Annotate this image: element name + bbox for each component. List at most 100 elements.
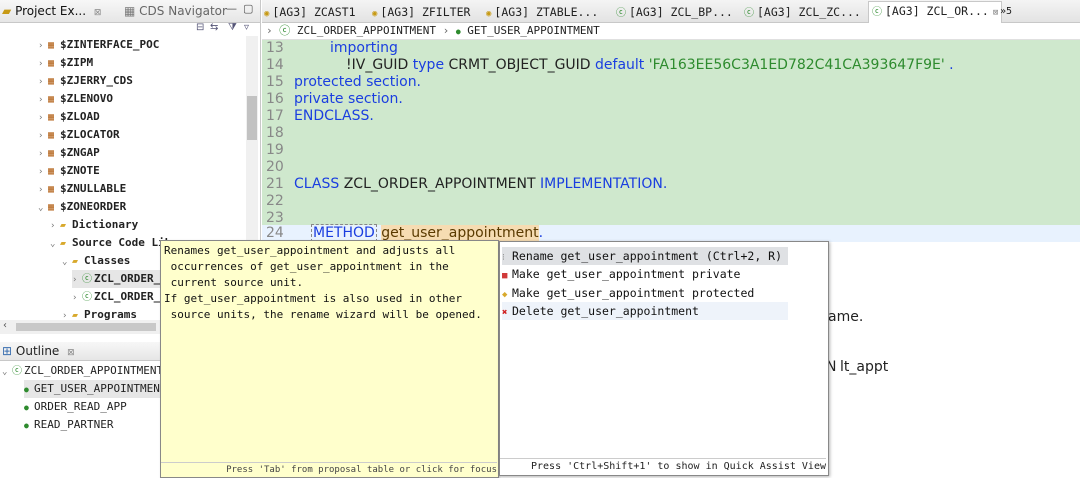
chevron-right-icon[interactable]: › <box>38 163 48 181</box>
outline-item-get-user-appointment[interactable]: ● GET_USER_APPOINTMEN <box>24 380 160 398</box>
quick-fix-make-private[interactable]: ■ Make get_user_appointment private <box>502 265 788 283</box>
quick-fix-rename[interactable]: ⁝ Rename get_user_appointment (Ctrl+2, R) <box>502 247 788 265</box>
rename-description-tooltip: Renames get_user_appointment and adjusts… <box>160 240 499 478</box>
chevron-right-icon[interactable]: › <box>38 127 48 145</box>
breadcrumb-class[interactable]: ZCL_ORDER_APPOINTMENT <box>297 24 436 37</box>
tree-item-dictionary[interactable]: › ▰ Dictionary <box>50 216 138 234</box>
code-line-21: CLASS ZCL_ORDER_APPOINTMENT IMPLEMENTATI… <box>294 176 668 192</box>
chevron-right-icon[interactable]: › <box>72 271 82 289</box>
package-icon: ▦ <box>48 166 55 177</box>
tree-scroll-thumb[interactable] <box>247 96 257 140</box>
tree-item-zoneorder[interactable]: ⌄ ▦ $ZONEORDER <box>38 198 126 216</box>
package-icon: ▦ <box>48 130 55 141</box>
editor-tab-zfilter[interactable]: ◉ [AG3] ZFILTER <box>372 3 470 21</box>
tooltip-line: occurrences of get_user_appointment in t… <box>164 260 449 273</box>
tree-item-zngap[interactable]: › ▦ $ZNGAP <box>38 144 100 162</box>
package-icon: ▦ <box>48 94 55 105</box>
editor-tab-zcl-bp[interactable]: ⓒ [AG3] ZCL_BP... <box>616 3 733 21</box>
class-icon: ⓒ <box>82 274 92 285</box>
program-icon: ◉ <box>486 9 492 19</box>
view-menu-icon[interactable]: ▿ <box>244 22 249 33</box>
editor-tab-ztable[interactable]: ◉ [AG3] ZTABLE... <box>486 3 598 21</box>
tree-item-zipm[interactable]: › ▦ $ZIPM <box>38 54 93 72</box>
quick-fix-make-protected[interactable]: ◆ Make get_user_appointment protected <box>502 284 788 302</box>
line-number: 14 <box>266 57 284 73</box>
class-icon: ⓒ <box>279 24 291 37</box>
tab-overflow-button[interactable]: »5 <box>1000 3 1012 21</box>
line-number: 22 <box>266 193 284 209</box>
chevron-down-icon[interactable]: ⌄ <box>38 199 48 217</box>
chevron-down-icon[interactable]: ⌄ <box>50 235 60 253</box>
editor-tab-zcl-zc[interactable]: ⓒ [AG3] ZCL_ZC... <box>744 3 861 21</box>
link-with-editor-icon[interactable]: ⇆ <box>210 22 218 33</box>
editor-tab-zcl-or[interactable]: ⓒ [AG3] ZCL_OR... ⊠ <box>868 1 1003 23</box>
package-icon: ▦ <box>48 40 55 51</box>
line-number: 21 <box>266 176 284 192</box>
method-icon: ● <box>455 27 461 36</box>
tree-item-programs[interactable]: › ▰ Programs <box>62 306 137 320</box>
outline-item-order-read-app[interactable]: ● ORDER_READ_APP <box>24 398 127 416</box>
chevron-down-icon[interactable]: ⌄ <box>2 363 12 381</box>
close-icon[interactable]: ⊠ <box>94 8 102 18</box>
tree-item-zlocator[interactable]: › ▦ $ZLOCATOR <box>38 126 120 144</box>
outline-item-read-partner[interactable]: ● READ_PARTNER <box>24 416 113 434</box>
tree-item-zload[interactable]: › ▦ $ZLOAD <box>38 108 100 126</box>
chevron-right-icon[interactable]: › <box>38 181 48 199</box>
filter-icon[interactable]: ⧩ <box>228 22 237 33</box>
program-icon: ◉ <box>264 9 270 19</box>
tab-outline[interactable]: ⊞ Outline ⊠ <box>2 343 75 361</box>
tab-project-explorer[interactable]: ▰ Project Ex... ⊠ <box>2 3 101 20</box>
chevron-right-icon[interactable]: › <box>72 289 82 307</box>
tooltip-line: Renames get_user_appointment and adjusts… <box>164 244 456 257</box>
tooltip-line: current source unit. <box>164 276 304 289</box>
chevron-right-icon[interactable]: › <box>38 37 48 55</box>
tab-cds-navigator[interactable]: ▦ CDS Navigator <box>124 3 227 20</box>
package-icon: ▦ <box>48 184 55 195</box>
tree-hscroll-thumb[interactable] <box>16 323 156 331</box>
method-name-selection[interactable]: get_user_appointment <box>381 225 539 241</box>
line-number: 18 <box>266 125 284 141</box>
chevron-right-icon[interactable]: › <box>62 307 72 320</box>
tree-item-zcl-order-1[interactable]: › ⓒ ZCL_ORDER_ <box>72 270 162 288</box>
chevron-right-icon[interactable]: › <box>38 109 48 127</box>
folder-icon: ▰ <box>72 310 79 320</box>
chevron-right-icon[interactable]: › <box>38 55 48 73</box>
class-icon: ⓒ <box>82 292 92 303</box>
cds-icon: ▦ <box>124 4 136 18</box>
maximize-icon[interactable]: ▢ <box>243 2 253 15</box>
tree-item-classes[interactable]: ⌄ ▰ Classes <box>62 252 130 270</box>
tree-item-zjerry-cds[interactable]: › ▦ $ZJERRY_CDS <box>38 72 133 90</box>
chevron-down-icon[interactable]: ⌄ <box>62 253 72 271</box>
code-line-14: !IV_GUID type CRMT_OBJECT_GUID default '… <box>346 57 954 73</box>
program-icon: ◉ <box>372 9 378 19</box>
code-fragment: ame. <box>828 309 864 325</box>
tooltip-line: source units, the rename wizard will be … <box>164 308 482 321</box>
line-number: 13 <box>266 40 284 56</box>
package-icon: ▦ <box>48 148 55 159</box>
minimize-icon[interactable]: — <box>226 2 237 15</box>
tree-item-znote[interactable]: › ▦ $ZNOTE <box>38 162 100 180</box>
close-icon[interactable]: ⊠ <box>67 348 75 358</box>
package-icon: ▦ <box>48 76 55 87</box>
quick-fix-delete[interactable]: ✖ Delete get_user_appointment <box>502 302 788 320</box>
code-line-17: ENDCLASS. <box>294 108 374 124</box>
tree-item-zinterface-poc[interactable]: › ▦ $ZINTERFACE_POC <box>38 36 159 54</box>
editor-tab-zcast1[interactable]: ◉ [AG3] ZCAST1 <box>264 3 356 21</box>
line-number: 16 <box>266 91 284 107</box>
delete-icon: ✖ <box>502 308 508 318</box>
folder-icon: ▰ <box>60 238 67 249</box>
tree-item-znullable[interactable]: › ▦ $ZNULLABLE <box>38 180 126 198</box>
outline-root[interactable]: ⌄ ⓒ ZCL_ORDER_APPOINTMENT <box>2 362 163 380</box>
close-icon[interactable]: ⊠ <box>993 8 998 18</box>
chevron-right-icon[interactable]: › <box>50 217 60 235</box>
chevron-right-icon[interactable]: › <box>38 145 48 163</box>
private-icon: ■ <box>502 271 508 281</box>
chevron-right-icon[interactable]: › <box>38 91 48 109</box>
breadcrumb-method[interactable]: GET_USER_APPOINTMENT <box>467 24 599 37</box>
chevron-right-icon[interactable]: › <box>38 73 48 91</box>
line-number: 19 <box>266 142 284 158</box>
scroll-left-icon[interactable]: ‹ <box>3 320 7 331</box>
tree-item-zlenovo[interactable]: › ▦ $ZLENOVO <box>38 90 113 108</box>
collapse-all-icon[interactable]: ⊟ <box>196 22 204 33</box>
tree-item-zcl-order-2[interactable]: › ⓒ ZCL_ORDER_ <box>72 288 160 306</box>
